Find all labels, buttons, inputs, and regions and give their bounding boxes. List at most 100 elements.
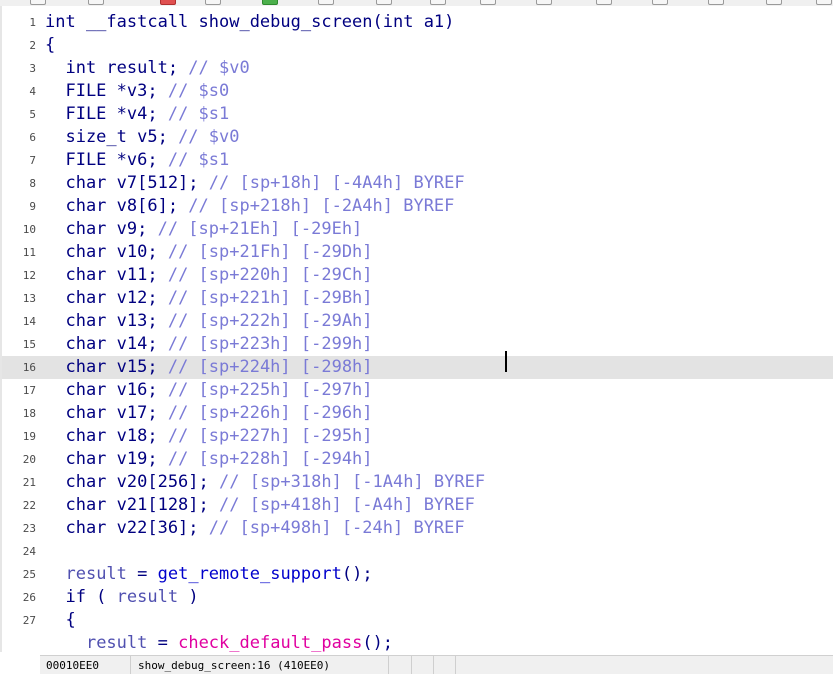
code-token[interactable]: char v15;	[45, 357, 168, 377]
code-line[interactable]: 11 char v10; // [sp+21Fh] [-29Dh]	[2, 241, 833, 264]
toolbar-tab-icon[interactable]	[652, 0, 668, 5]
code-token[interactable]: int result;	[45, 58, 188, 78]
toolbar-tab-icon[interactable]	[262, 0, 278, 5]
code-comment[interactable]: // $s0	[168, 81, 229, 101]
code-token[interactable]: char v9;	[45, 219, 158, 239]
code-line-current[interactable]: 16 char v15; // [sp+224h] [-298h]	[2, 356, 833, 379]
code-comment[interactable]: // [sp+21Eh] [-29Eh]	[158, 219, 363, 239]
toolbar-tab-icon[interactable]	[30, 0, 46, 5]
code-text[interactable]: char v14; // [sp+223h] [-299h]	[45, 333, 373, 356]
code-line[interactable]: 5 FILE *v4; // $s1	[2, 103, 833, 126]
code-comment[interactable]: // $v0	[178, 127, 239, 147]
code-comment[interactable]: // [sp+218h] [-2A4h] BYREF	[188, 196, 454, 216]
code-comment[interactable]: // [sp+222h] [-29Ah]	[168, 311, 373, 331]
code-comment[interactable]: // $s1	[168, 150, 229, 170]
code-token[interactable]: char v21[128];	[45, 495, 219, 515]
code-text[interactable]: if ( result )	[45, 586, 198, 609]
code-line[interactable]: 12 char v11; // [sp+220h] [-29Ch]	[2, 264, 833, 287]
toolbar-tab-icon[interactable]	[480, 0, 496, 5]
toolbar-tab-icon[interactable]	[708, 0, 724, 5]
code-line[interactable]: 13 char v12; // [sp+221h] [-29Bh]	[2, 287, 833, 310]
code-token[interactable]: char v20[256];	[45, 472, 219, 492]
code-line[interactable]: 22 char v21[128]; // [sp+418h] [-A4h] BY…	[2, 494, 833, 517]
code-comment[interactable]: // [sp+318h] [-1A4h] BYREF	[219, 472, 485, 492]
code-token[interactable]: =	[127, 564, 158, 584]
code-line[interactable]: 25 result = get_remote_support();	[2, 563, 833, 586]
code-token[interactable]: FILE *v6;	[45, 150, 168, 170]
code-line[interactable]: 9 char v8[6]; // [sp+218h] [-2A4h] BYREF	[2, 195, 833, 218]
code-token[interactable]: =	[147, 633, 178, 652]
code-line[interactable]: 7 FILE *v6; // $s1	[2, 149, 833, 172]
toolbar-tab-icon[interactable]	[205, 0, 221, 5]
code-text[interactable]: FILE *v3; // $s0	[45, 80, 229, 103]
code-line[interactable]: 15 char v14; // [sp+223h] [-299h]	[2, 333, 833, 356]
code-comment[interactable]: // [sp+220h] [-29Ch]	[168, 265, 373, 285]
toolbar-tab-icon[interactable]	[816, 0, 832, 5]
code-line[interactable]: result = check_default_pass();	[2, 632, 833, 652]
code-comment[interactable]: // [sp+226h] [-296h]	[168, 403, 373, 423]
code-comment[interactable]: // [sp+223h] [-299h]	[168, 334, 373, 354]
code-text[interactable]: {	[45, 34, 55, 57]
toolbar-tab-icon[interactable]	[160, 0, 176, 5]
code-text[interactable]: char v9; // [sp+21Eh] [-29Eh]	[45, 218, 362, 241]
function-call[interactable]: get_remote_support	[158, 564, 342, 584]
code-line[interactable]: 17 char v16; // [sp+225h] [-297h]	[2, 379, 833, 402]
code-text[interactable]: char v7[512]; // [sp+18h] [-4A4h] BYREF	[45, 172, 465, 195]
code-text[interactable]: result = check_default_pass();	[45, 632, 393, 652]
code-line[interactable]: 20 char v19; // [sp+228h] [-294h]	[2, 448, 833, 471]
code-comment[interactable]: // [sp+18h] [-4A4h] BYREF	[209, 173, 465, 193]
code-token[interactable]: ();	[342, 564, 373, 584]
code-text[interactable]: size_t v5; // $v0	[45, 126, 239, 149]
variable-token[interactable]: result	[86, 633, 147, 652]
code-line[interactable]: 24	[2, 540, 833, 563]
toolbar-tab-icon[interactable]	[318, 0, 334, 5]
code-token[interactable]: char v7[512];	[45, 173, 209, 193]
toolbar-tab-icon[interactable]	[596, 0, 612, 5]
code-token[interactable]	[45, 564, 65, 584]
code-text[interactable]: {	[45, 609, 75, 632]
code-comment[interactable]: // $s1	[168, 104, 229, 124]
code-comment[interactable]: // [sp+21Fh] [-29Dh]	[168, 242, 373, 262]
code-line[interactable]: 27 {	[2, 609, 833, 632]
code-token[interactable]: FILE *v3;	[45, 81, 168, 101]
code-token[interactable]: char v16;	[45, 380, 168, 400]
code-token[interactable]: char v8[6];	[45, 196, 188, 216]
code-token[interactable]: char v12;	[45, 288, 168, 308]
code-text[interactable]: char v12; // [sp+221h] [-29Bh]	[45, 287, 373, 310]
code-text[interactable]: char v10; // [sp+21Fh] [-29Dh]	[45, 241, 373, 264]
code-line[interactable]: 4 FILE *v3; // $s0	[2, 80, 833, 103]
code-token[interactable]: {	[45, 35, 55, 55]
code-comment[interactable]: // [sp+225h] [-297h]	[168, 380, 373, 400]
code-text[interactable]: char v18; // [sp+227h] [-295h]	[45, 425, 373, 448]
code-token[interactable]: char v18;	[45, 426, 168, 446]
code-line[interactable]: 21 char v20[256]; // [sp+318h] [-1A4h] B…	[2, 471, 833, 494]
code-line[interactable]: 3 int result; // $v0	[2, 57, 833, 80]
code-token[interactable]: char v14;	[45, 334, 168, 354]
code-token[interactable]: char v11;	[45, 265, 168, 285]
code-comment[interactable]: // [sp+227h] [-295h]	[168, 426, 373, 446]
code-comment[interactable]: // [sp+221h] [-29Bh]	[168, 288, 373, 308]
code-token[interactable]: char v19;	[45, 449, 168, 469]
code-text[interactable]: char v20[256]; // [sp+318h] [-1A4h] BYRE…	[45, 471, 485, 494]
function-call[interactable]: check_default_pass	[178, 633, 362, 652]
code-line[interactable]: 23 char v22[36]; // [sp+498h] [-24h] BYR…	[2, 517, 833, 540]
code-comment[interactable]: // $v0	[188, 58, 249, 78]
code-text[interactable]: char v21[128]; // [sp+418h] [-A4h] BYREF	[45, 494, 474, 517]
toolbar-tab-icon[interactable]	[88, 0, 104, 5]
code-text[interactable]: int result; // $v0	[45, 57, 249, 80]
pseudocode-editor[interactable]: 1 int __fastcall show_debug_screen(int a1…	[2, 6, 833, 652]
code-line[interactable]: 19 char v18; // [sp+227h] [-295h]	[2, 425, 833, 448]
code-text[interactable]: FILE *v4; // $s1	[45, 103, 229, 126]
code-text[interactable]: result = get_remote_support();	[45, 563, 373, 586]
code-line[interactable]: 1 int __fastcall show_debug_screen(int a1…	[2, 11, 833, 34]
code-token[interactable]	[45, 633, 86, 652]
code-text[interactable]: char v22[36]; // [sp+498h] [-24h] BYREF	[45, 517, 464, 540]
variable-token[interactable]: result	[65, 564, 126, 584]
code-text[interactable]: FILE *v6; // $s1	[45, 149, 229, 172]
code-text[interactable]: char v15; // [sp+224h] [-298h]	[45, 356, 372, 379]
toolbar-tab-icon[interactable]	[376, 0, 392, 5]
code-text[interactable]: char v17; // [sp+226h] [-296h]	[45, 402, 373, 425]
toolbar-tab-icon[interactable]	[766, 0, 782, 5]
code-line[interactable]: 18 char v17; // [sp+226h] [-296h]	[2, 402, 833, 425]
code-text[interactable]: char v16; // [sp+225h] [-297h]	[45, 379, 373, 402]
